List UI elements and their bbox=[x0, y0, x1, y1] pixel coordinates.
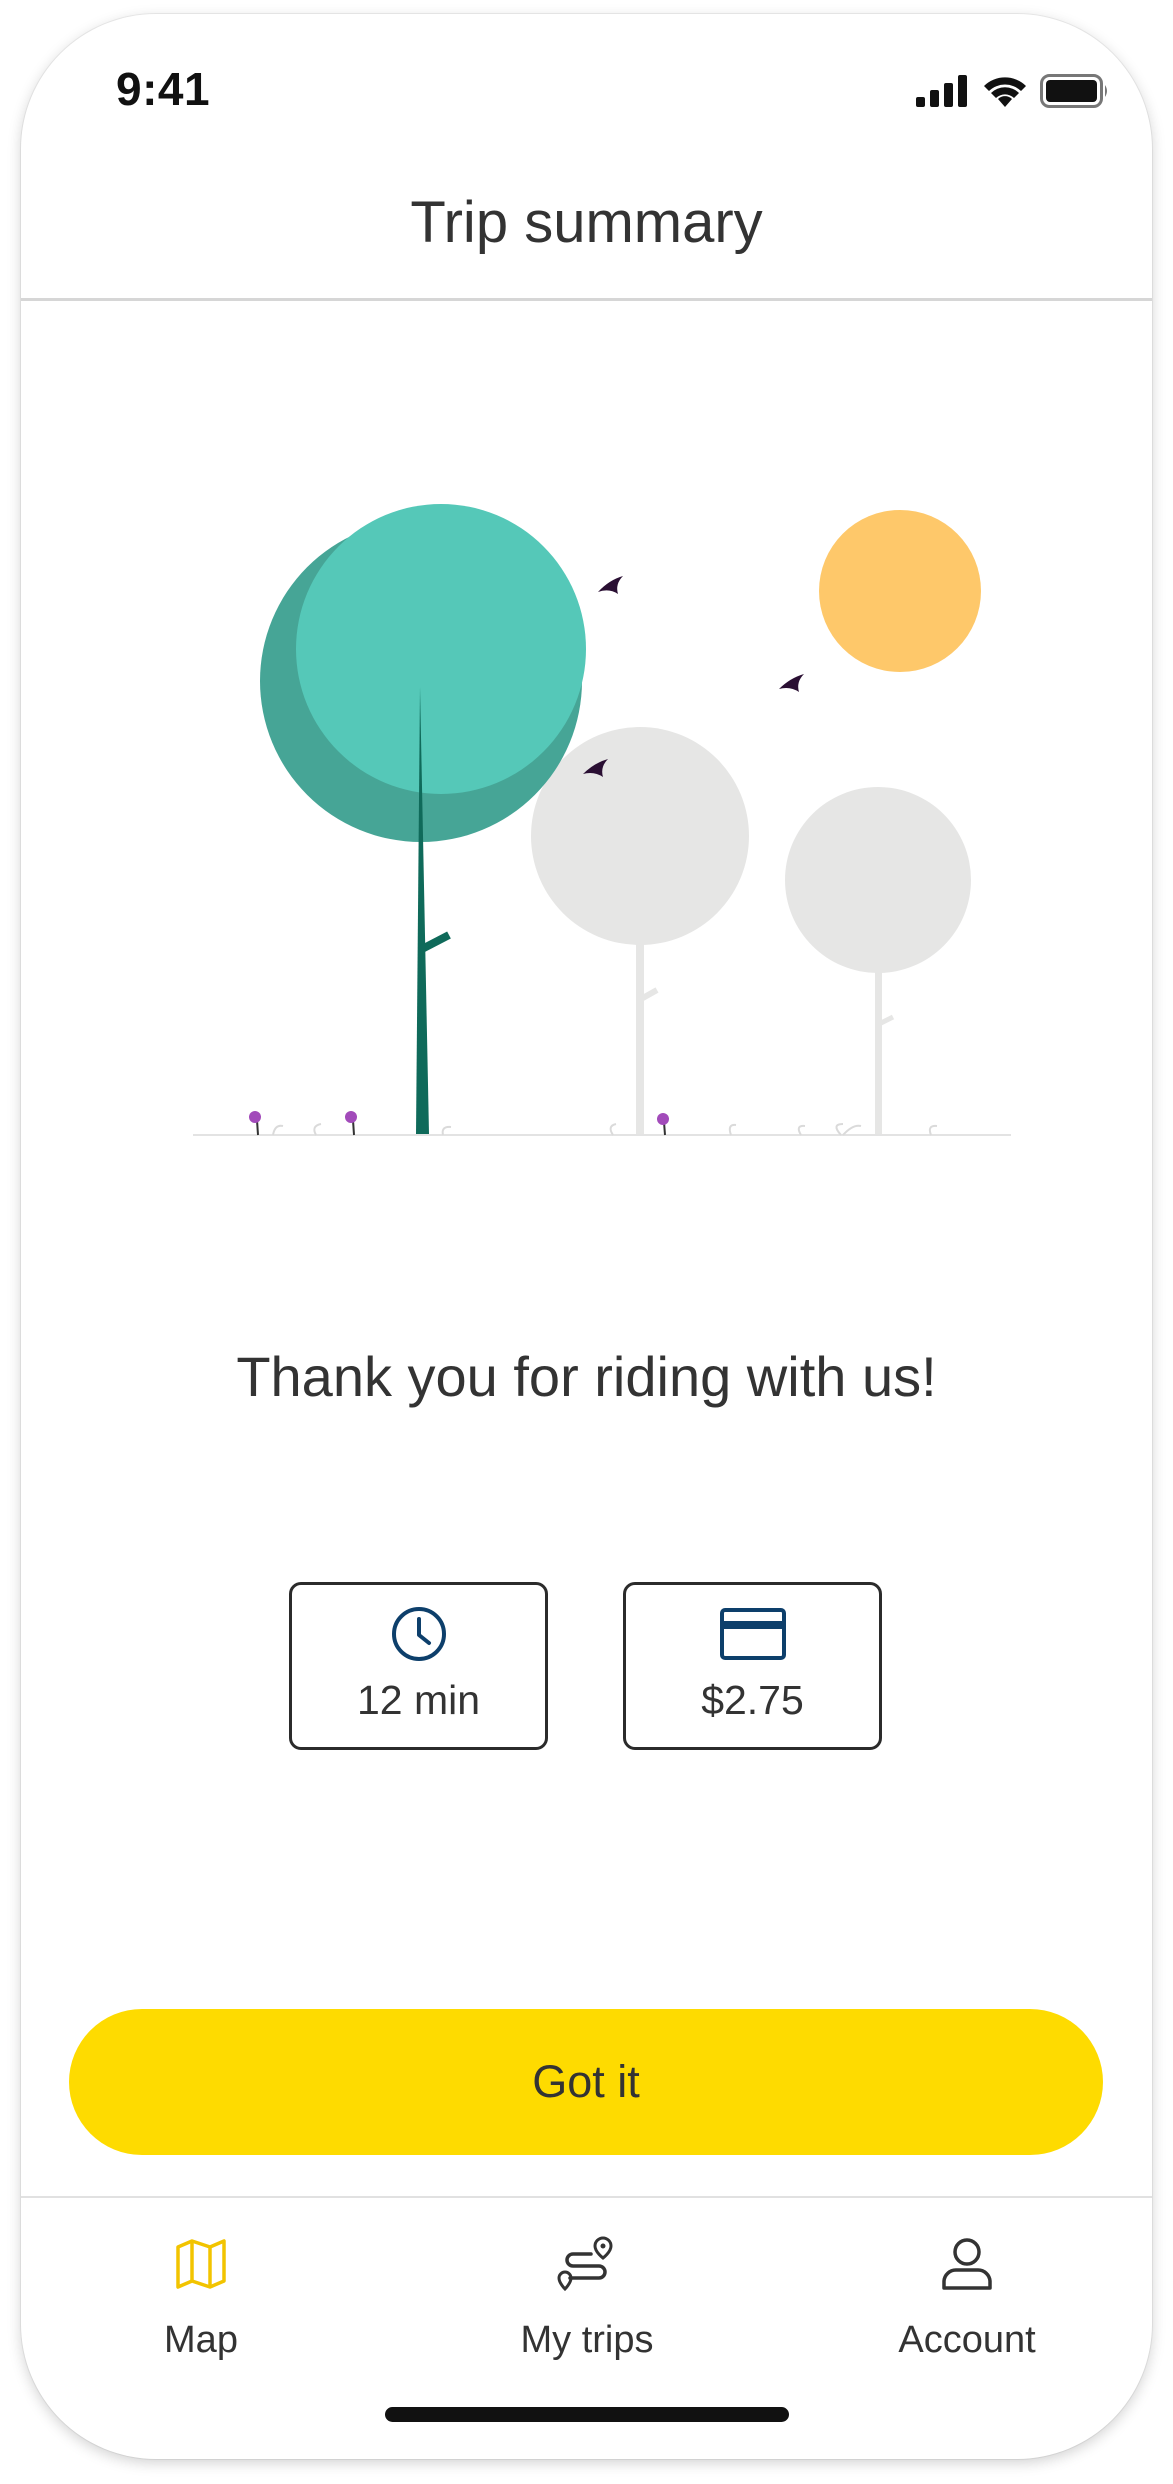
clock-icon bbox=[391, 1607, 446, 1661]
status-time: 9:41 bbox=[116, 63, 211, 115]
page-title: Trip summary bbox=[410, 190, 763, 255]
tab-map[interactable]: Map bbox=[71, 2229, 331, 2362]
thank-you-message: Thank you for riding with us! bbox=[236, 1345, 937, 1408]
person-icon bbox=[942, 2238, 992, 2290]
cellular-signal-icon bbox=[916, 75, 967, 107]
grey-tree-middle bbox=[531, 727, 749, 1134]
status-icons bbox=[916, 74, 1110, 108]
grey-tree-right bbox=[785, 787, 971, 1134]
tab-account-label: Account bbox=[898, 2319, 1036, 2361]
tab-map-label: Map bbox=[164, 2319, 238, 2361]
trip-duration-value: 12 min bbox=[356, 1677, 481, 1723]
flowers bbox=[249, 1111, 669, 1136]
credit-card-icon bbox=[719, 1608, 786, 1660]
trip-cost-value: $2.75 bbox=[701, 1677, 804, 1723]
map-icon bbox=[176, 2239, 226, 2289]
battery-icon bbox=[1040, 74, 1107, 108]
header-divider bbox=[21, 298, 1152, 301]
got-it-button[interactable]: Got it bbox=[69, 2009, 1103, 2155]
tab-bar-divider bbox=[21, 2196, 1152, 2198]
trip-cost-card: $2.75 bbox=[623, 1582, 882, 1750]
sun bbox=[819, 510, 981, 672]
tab-account[interactable]: Account bbox=[837, 2229, 1097, 2362]
tab-my-trips[interactable]: My trips bbox=[457, 2229, 717, 2362]
phone-screen: 9:41 Trip summary Thank you for riding w… bbox=[21, 14, 1152, 2459]
trip-duration-card: 12 min bbox=[289, 1582, 548, 1750]
trees-birds-sun-illustration bbox=[193, 504, 1011, 1136]
wifi-icon bbox=[984, 77, 1026, 107]
grass bbox=[272, 1123, 938, 1136]
home-indicator[interactable] bbox=[385, 2407, 789, 2422]
tab-my-trips-label: My trips bbox=[520, 2319, 654, 2361]
route-icon bbox=[557, 2236, 613, 2292]
